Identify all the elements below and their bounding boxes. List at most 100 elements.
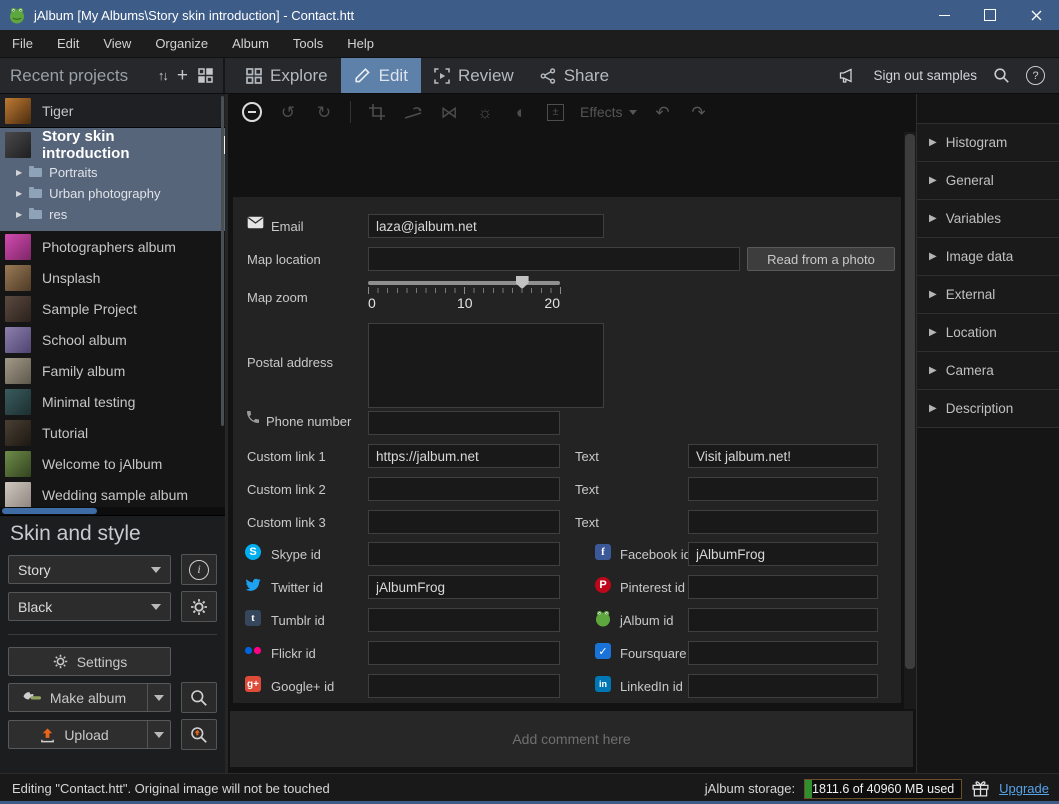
flip-icon[interactable]: ⋈: [439, 104, 459, 121]
add-project-icon[interactable]: +: [177, 66, 188, 85]
scrollbar-thumb[interactable]: [905, 134, 915, 669]
custom-link-3-text-field[interactable]: [688, 510, 878, 534]
maximize-button[interactable]: [967, 0, 1013, 30]
tab-review[interactable]: Review: [421, 58, 527, 93]
map-location-field[interactable]: [368, 247, 740, 271]
custom-link-3-url-field[interactable]: [368, 510, 560, 534]
straighten-icon[interactable]: [403, 105, 423, 120]
section-description[interactable]: ▶Description: [917, 390, 1059, 428]
upload-button[interactable]: Upload: [8, 720, 171, 749]
pinterest-id-field[interactable]: [688, 575, 878, 599]
tab-share[interactable]: Share: [527, 58, 622, 93]
project-folder-portraits[interactable]: ▶ Portraits: [0, 162, 225, 183]
custom-link-1-url-field[interactable]: [368, 444, 560, 468]
redo-icon[interactable]: ↷: [689, 104, 709, 121]
contrast-icon[interactable]: ◐: [511, 104, 531, 121]
project-list-vertical-scrollbar[interactable]: [221, 96, 224, 426]
menu-edit[interactable]: Edit: [45, 31, 91, 57]
project-item[interactable]: School album: [0, 324, 225, 355]
project-folder-urban-photography[interactable]: ▶ Urban photography: [0, 183, 225, 204]
foursquare-id-field[interactable]: [688, 641, 878, 665]
style-select[interactable]: Black: [8, 592, 171, 621]
expand-arrow-icon[interactable]: ▶: [16, 168, 22, 177]
skin-info-button[interactable]: i: [181, 554, 217, 585]
project-item[interactable]: Unsplash: [0, 262, 225, 293]
project-item[interactable]: Tutorial: [0, 417, 225, 448]
map-zoom-slider[interactable]: 0 10 20: [368, 275, 560, 313]
expand-arrow-icon[interactable]: ▶: [16, 189, 22, 198]
effects-dropdown[interactable]: Effects: [580, 104, 637, 120]
sign-out-link[interactable]: Sign out samples: [873, 68, 977, 83]
megaphone-icon[interactable]: [837, 67, 857, 85]
project-list-horizontal-scrollbar[interactable]: [0, 507, 225, 515]
rotate-right-icon[interactable]: ↻: [314, 104, 334, 121]
project-item[interactable]: Family album: [0, 355, 225, 386]
project-view-grid-icon[interactable]: [198, 68, 213, 83]
section-location[interactable]: ▶Location: [917, 314, 1059, 352]
tab-explore[interactable]: Explore: [233, 58, 341, 93]
facebook-id-field[interactable]: [688, 542, 878, 566]
menu-help[interactable]: Help: [335, 31, 386, 57]
section-image-data[interactable]: ▶Image data: [917, 238, 1059, 276]
skin-select[interactable]: Story: [8, 555, 171, 584]
help-icon[interactable]: ?: [1026, 66, 1045, 85]
project-item-tiger[interactable]: Tiger: [0, 94, 225, 128]
undo-icon[interactable]: ↶: [653, 104, 673, 121]
skype-id-field[interactable]: [368, 542, 560, 566]
brightness-icon[interactable]: ☼: [475, 104, 495, 121]
edit-area-vertical-scrollbar[interactable]: [904, 132, 916, 709]
search-icon[interactable]: [993, 67, 1010, 84]
section-general[interactable]: ▶General: [917, 162, 1059, 200]
close-button[interactable]: [1013, 0, 1059, 30]
project-item[interactable]: Welcome to jAlbum: [0, 448, 225, 479]
linkedin-id-field[interactable]: [688, 674, 878, 698]
section-camera[interactable]: ▶Camera: [917, 352, 1059, 390]
google-plus-id-field[interactable]: [368, 674, 560, 698]
tab-edit[interactable]: Edit: [341, 58, 421, 93]
email-field[interactable]: [368, 214, 604, 238]
read-from-photo-button[interactable]: Read from a photo: [747, 247, 895, 271]
rotate-left-icon[interactable]: ↺: [278, 104, 298, 121]
project-item[interactable]: Wedding sample album: [0, 479, 225, 510]
project-item[interactable]: Photographers album: [0, 231, 225, 262]
custom-link-1-text-field[interactable]: [688, 444, 878, 468]
comment-input[interactable]: Add comment here: [230, 711, 913, 767]
menu-organize[interactable]: Organize: [143, 31, 220, 57]
make-album-button[interactable]: Make album: [8, 683, 171, 712]
section-external[interactable]: ▶External: [917, 276, 1059, 314]
style-settings-button[interactable]: [181, 591, 217, 622]
tumblr-id-field[interactable]: [368, 608, 560, 632]
custom-link-2-text-field[interactable]: [688, 477, 878, 501]
slider-track[interactable]: [368, 281, 560, 285]
preview-album-button[interactable]: [181, 682, 217, 713]
menu-file[interactable]: File: [0, 31, 45, 57]
sort-projects-icon[interactable]: ↑↓: [158, 68, 167, 83]
levels-icon[interactable]: ±: [547, 104, 564, 121]
upgrade-link[interactable]: Upgrade: [999, 781, 1049, 796]
preview-uploaded-button[interactable]: [181, 719, 217, 750]
flickr-id-field[interactable]: [368, 641, 560, 665]
section-variables[interactable]: ▶Variables: [917, 200, 1059, 238]
expand-arrow-icon[interactable]: ▶: [16, 210, 22, 219]
make-album-dropdown-arrow[interactable]: [147, 684, 170, 711]
menu-album[interactable]: Album: [220, 31, 281, 57]
twitter-id-field[interactable]: [368, 575, 560, 599]
jalbum-id-field[interactable]: [688, 608, 878, 632]
menu-tools[interactable]: Tools: [281, 31, 335, 57]
settings-button[interactable]: Settings: [8, 647, 171, 676]
tick-label-0: 0: [368, 295, 376, 311]
gift-icon[interactable]: [971, 779, 990, 798]
project-item[interactable]: Sample Project: [0, 293, 225, 324]
minimize-button[interactable]: [921, 0, 967, 30]
section-histogram[interactable]: ▶Histogram: [917, 124, 1059, 162]
exclude-image-icon[interactable]: [242, 102, 262, 122]
postal-address-field[interactable]: [368, 323, 604, 408]
custom-link-2-url-field[interactable]: [368, 477, 560, 501]
menu-view[interactable]: View: [91, 31, 143, 57]
upload-dropdown-arrow[interactable]: [147, 721, 170, 748]
crop-icon[interactable]: [367, 104, 387, 120]
project-item-selected[interactable]: Story skin introduction ▶ Portraits ▶ Ur…: [0, 128, 225, 231]
project-folder-res[interactable]: ▶ res: [0, 204, 225, 225]
project-item[interactable]: Minimal testing: [0, 386, 225, 417]
phone-number-field[interactable]: [368, 411, 560, 435]
